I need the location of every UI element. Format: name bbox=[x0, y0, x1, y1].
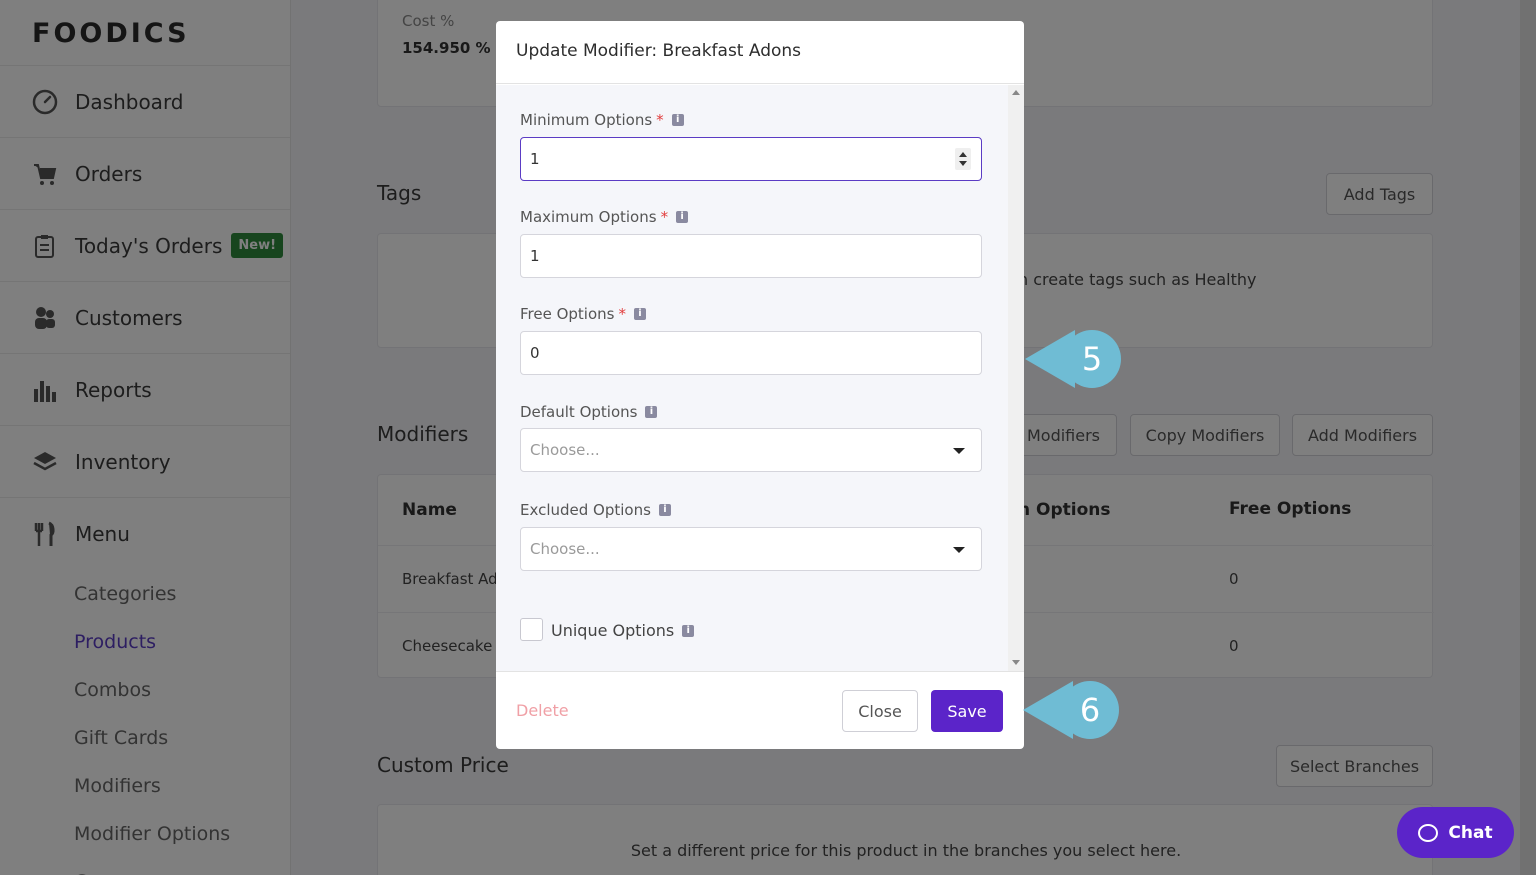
field-label-text: Default Options bbox=[520, 403, 638, 421]
maximum-options-input[interactable]: 1 bbox=[520, 234, 982, 278]
default-options-select[interactable]: Choose... bbox=[520, 428, 982, 472]
number-stepper[interactable] bbox=[955, 148, 971, 170]
info-icon[interactable]: i bbox=[671, 114, 684, 126]
dialog-title: Update Modifier: Breakfast Adons bbox=[496, 21, 1024, 84]
save-button[interactable]: Save bbox=[931, 690, 1003, 732]
dialog-scrollbar[interactable] bbox=[1008, 85, 1024, 671]
scroll-up-icon[interactable] bbox=[1012, 90, 1020, 95]
info-icon[interactable]: i bbox=[658, 504, 671, 516]
field-label-text: Free Options bbox=[520, 305, 615, 323]
required-marker: * bbox=[618, 305, 626, 323]
minimum-options-input[interactable]: 1 bbox=[520, 137, 982, 181]
info-icon[interactable]: i bbox=[682, 624, 695, 637]
unique-options-label[interactable]: Unique Options i bbox=[551, 621, 695, 640]
minimum-options-label: Minimum Options * i bbox=[520, 111, 684, 129]
excluded-options-select[interactable]: Choose... bbox=[520, 527, 982, 571]
dialog-footer: Delete Close Save bbox=[496, 671, 1024, 749]
step-callout-6: 6 bbox=[1023, 681, 1119, 739]
chat-bubble-icon bbox=[1418, 823, 1439, 842]
info-icon[interactable]: i bbox=[645, 406, 658, 418]
required-marker: * bbox=[656, 111, 664, 129]
dialog-body: Minimum Options * i 1 Maximum Options * … bbox=[496, 85, 1024, 671]
info-icon[interactable]: i bbox=[676, 211, 689, 223]
input-value: 1 bbox=[530, 150, 540, 168]
excluded-options-label: Excluded Options i bbox=[520, 501, 671, 519]
checkbox-label-text: Unique Options bbox=[551, 621, 675, 640]
delete-button[interactable]: Delete bbox=[516, 701, 569, 720]
close-button[interactable]: Close bbox=[842, 690, 918, 732]
chat-button[interactable]: Chat bbox=[1397, 807, 1514, 858]
field-label-text: Excluded Options bbox=[520, 501, 651, 519]
input-value: 1 bbox=[530, 247, 540, 265]
chevron-down-icon bbox=[953, 547, 965, 553]
field-label-text: Maximum Options bbox=[520, 208, 657, 226]
maximum-options-label: Maximum Options * i bbox=[520, 208, 689, 226]
free-options-input[interactable]: 0 bbox=[520, 331, 982, 375]
required-marker: * bbox=[660, 208, 669, 226]
chat-label: Chat bbox=[1448, 822, 1493, 843]
callout-number: 6 bbox=[1061, 681, 1119, 739]
stepper-down-icon[interactable] bbox=[959, 161, 967, 166]
step-callout-5: 5 bbox=[1025, 330, 1121, 388]
chevron-down-icon bbox=[953, 448, 965, 454]
input-value: 0 bbox=[530, 344, 540, 362]
select-placeholder: Choose... bbox=[530, 540, 600, 558]
unique-options-checkbox[interactable] bbox=[520, 618, 543, 641]
default-options-label: Default Options i bbox=[520, 403, 658, 421]
select-placeholder: Choose... bbox=[530, 441, 600, 459]
update-modifier-dialog: Update Modifier: Breakfast Adons Minimum… bbox=[496, 21, 1024, 749]
info-icon[interactable]: i bbox=[633, 308, 646, 320]
field-label-text: Minimum Options bbox=[520, 111, 653, 129]
stepper-up-icon[interactable] bbox=[959, 152, 967, 157]
callout-number: 5 bbox=[1063, 330, 1121, 388]
free-options-label: Free Options * i bbox=[520, 305, 646, 323]
scroll-down-icon[interactable] bbox=[1012, 660, 1020, 665]
